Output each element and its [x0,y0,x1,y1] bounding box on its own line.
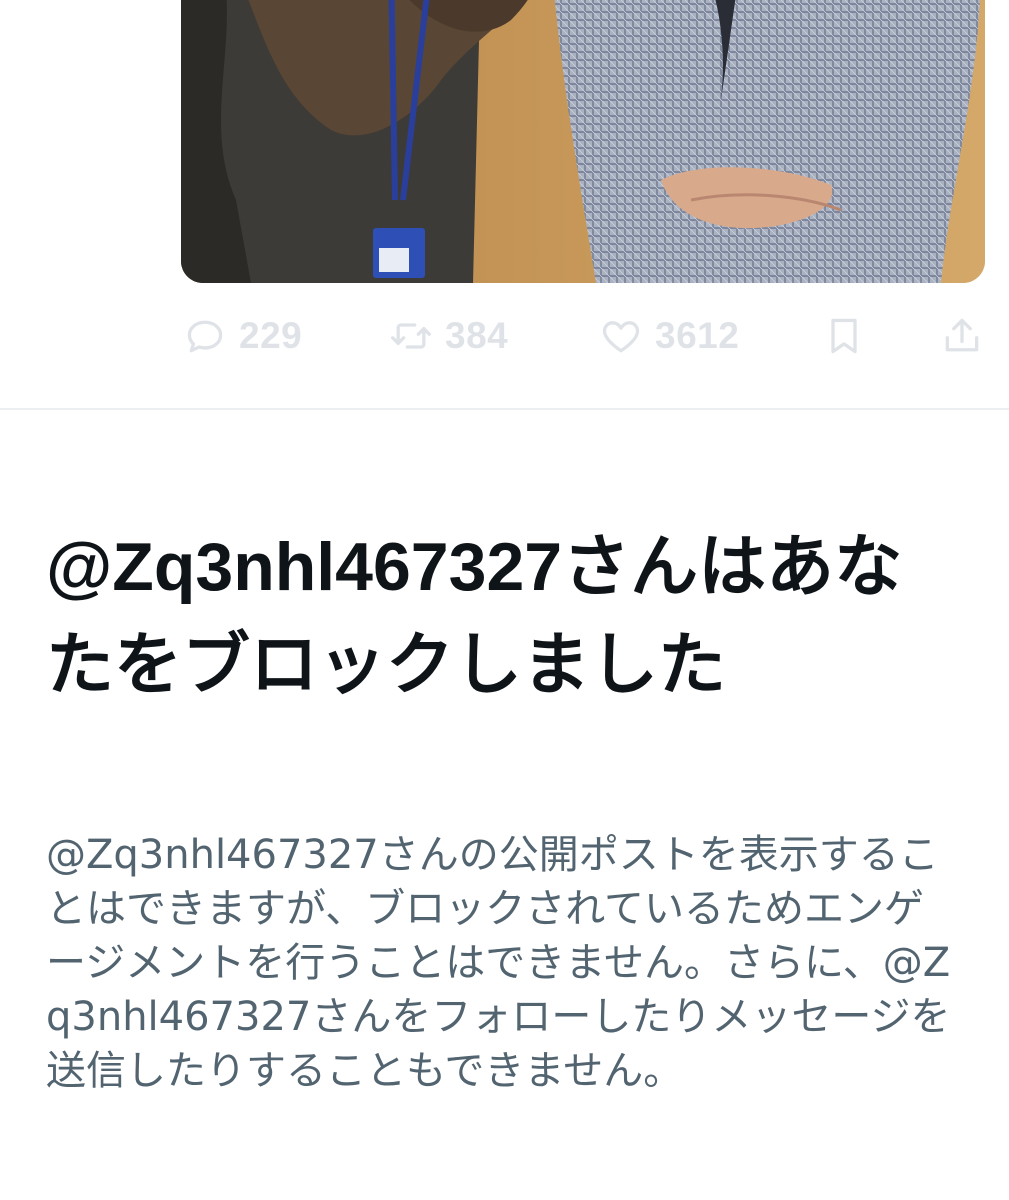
reply-icon [187,320,223,353]
reply-count: 229 [239,315,303,356]
retweet-icon [391,323,431,349]
retweet-count: 384 [445,315,509,356]
reply-button[interactable]: 229 [183,308,302,364]
like-count: 3612 [655,315,740,356]
bookmark-button[interactable] [822,308,866,364]
like-button[interactable]: 3612 [599,308,739,364]
share-button[interactable] [940,308,984,364]
heart-icon [602,321,640,353]
tweet-action-bar: 229 384 3612 [0,308,1009,364]
timeline-divider [0,408,1009,410]
tweet-photo [181,0,985,283]
share-icon [945,318,979,352]
bookmark-icon [831,318,857,354]
blocked-notice-description: @Zq3nhl467327さんの公開ポストを表示することはできますが、ブロックさ… [46,832,951,1094]
tweet-media-image[interactable] [181,0,985,283]
retweet-button[interactable]: 384 [389,308,508,364]
blocked-notice-title: @Zq3nhl467327さんはあなたをブロックしました [46,529,903,703]
